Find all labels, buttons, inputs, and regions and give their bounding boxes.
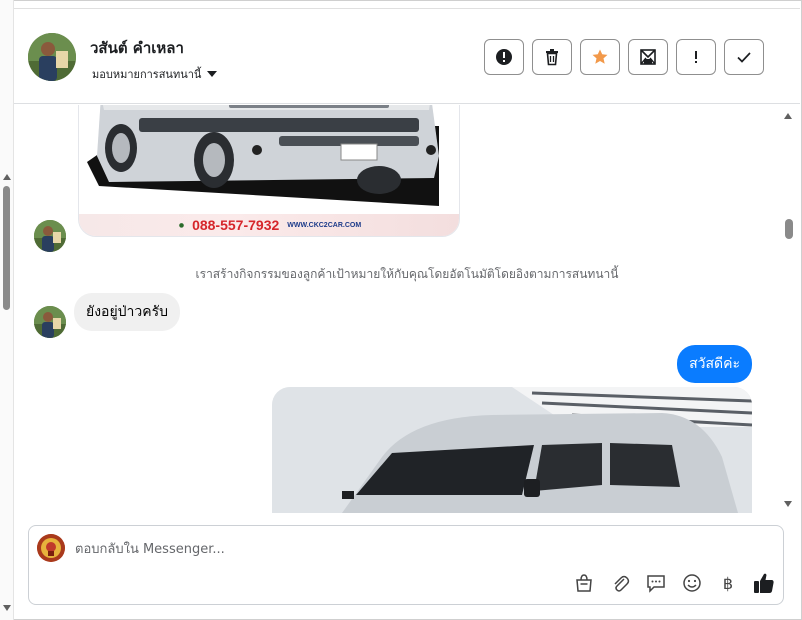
page-avatar — [37, 534, 65, 562]
saved-replies-button[interactable] — [645, 572, 667, 594]
mark-unread-icon — [640, 49, 656, 65]
outer-scrollbar[interactable] — [0, 0, 14, 620]
ad-website: WWW.CKC2CAR.COM — [287, 221, 362, 229]
reply-input[interactable] — [75, 538, 765, 560]
thread-scroll-down-arrow[interactable] — [784, 501, 792, 507]
follow-up-button[interactable] — [676, 39, 716, 75]
star-button[interactable] — [580, 39, 620, 75]
shared-ad-image[interactable]: ● 088-557-7932 WWW.CKC2CAR.COM — [78, 105, 460, 237]
van-front-image — [87, 105, 439, 206]
attach-button[interactable] — [609, 572, 631, 594]
bag-icon — [576, 574, 592, 592]
contact-avatar-small[interactable] — [34, 220, 66, 252]
thread-scroll-up-arrow[interactable] — [784, 113, 792, 119]
outer-scroll-thumb[interactable] — [3, 186, 10, 310]
assign-conversation-dropdown[interactable]: มอบหมายการสนทนานี้ — [92, 65, 218, 83]
like-button[interactable] — [753, 572, 775, 594]
header-actions — [484, 39, 764, 75]
outer-scroll-down-arrow[interactable] — [3, 605, 11, 611]
shop-button[interactable] — [573, 572, 595, 594]
delete-button[interactable] — [532, 39, 572, 75]
ad-logo: ● — [178, 221, 185, 229]
conversation-header: วสันต์ คำเหลา มอบหมายการสนทนานี้ — [14, 9, 800, 104]
spam-button[interactable] — [484, 39, 524, 75]
composer-toolbar: ฿ — [573, 572, 775, 594]
contact-avatar[interactable] — [28, 33, 76, 81]
emoji-icon — [683, 574, 701, 592]
incoming-message[interactable]: ยังอยู่ป่าวครับ — [74, 293, 181, 331]
payment-button[interactable]: ฿ — [717, 572, 739, 594]
van-side-image — [272, 387, 752, 513]
ad-contact-strip: ● 088-557-7932 WWW.CKC2CAR.COM — [79, 214, 459, 236]
message-composer: ฿ — [28, 525, 784, 605]
mark-unread-button[interactable] — [628, 39, 668, 75]
conversation-panel: วสันต์ คำเหลา มอบหมายการสนทนานี้ ● 088-5… — [14, 8, 800, 618]
automation-notice: เราสร้างกิจกรรมของลูกค้าเป้าหมายให้กับคุ… — [195, 267, 619, 281]
ad-phone-number: 088-557-7932 — [192, 217, 280, 233]
thumbs-up-icon — [754, 573, 774, 593]
paperclip-icon — [614, 575, 630, 592]
trash-icon — [546, 49, 558, 66]
mark-done-button[interactable] — [724, 39, 764, 75]
star-icon — [592, 49, 608, 64]
outgoing-photo[interactable] — [272, 387, 752, 513]
thread-scroll-thumb[interactable] — [785, 219, 793, 239]
emoji-button[interactable] — [681, 572, 703, 594]
message-thread[interactable]: ● 088-557-7932 WWW.CKC2CAR.COM เราสร้างก… — [14, 105, 800, 513]
check-icon — [737, 52, 751, 63]
saved-reply-icon — [647, 575, 665, 593]
contact-avatar-small[interactable] — [34, 306, 66, 338]
outer-scroll-up-arrow[interactable] — [3, 174, 11, 180]
exclamation-icon — [695, 51, 697, 63]
outgoing-message[interactable]: สวัสดีค่ะ — [677, 345, 752, 383]
alert-circle-icon — [496, 49, 512, 65]
chevron-down-icon — [207, 71, 218, 77]
baht-icon: ฿ — [722, 573, 734, 593]
assign-label: มอบหมายการสนทนานี้ — [92, 68, 202, 81]
contact-name[interactable]: วสันต์ คำเหลา — [90, 36, 184, 60]
